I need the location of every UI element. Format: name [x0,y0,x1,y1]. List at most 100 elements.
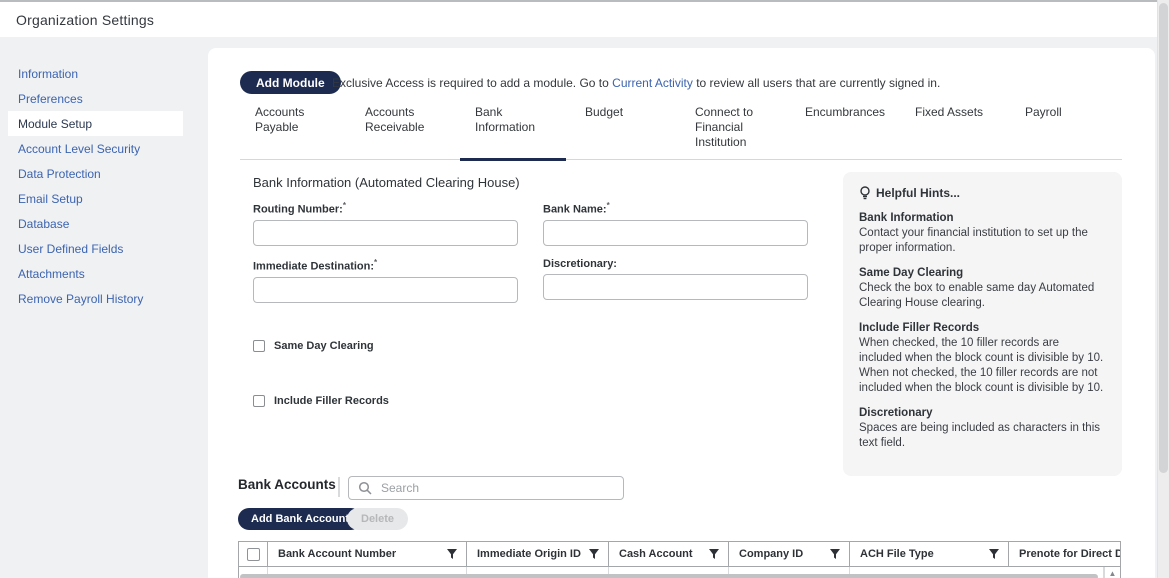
sidebar-item-information[interactable]: Information [8,61,183,86]
discretionary-input[interactable] [543,274,808,300]
tab-bank-information[interactable]: Bank Information [460,105,570,159]
notice-prefix: Exclusive Access is required to add a mo… [332,76,612,90]
same-day-clearing-label: Same Day Clearing [274,340,374,352]
discretionary-field: Discretionary: [543,258,808,300]
routing-number-input[interactable] [253,220,518,246]
column-label: Immediate Origin ID [477,548,588,560]
column-immediate-origin-id[interactable]: Immediate Origin ID [466,542,608,566]
column-ach-file-type[interactable]: ACH File Type [849,542,1008,566]
sidebar-item-user-defined-fields[interactable]: User Defined Fields [8,236,183,261]
sidebar-item-module-setup[interactable]: Module Setup [8,111,183,136]
scroll-up-arrow-icon[interactable]: ▲ [1105,569,1120,578]
bank-accounts-table: Bank Account Number Immediate Origin ID … [238,541,1121,578]
module-tabs: Accounts Payable Accounts Receivable Ban… [240,105,1122,160]
helpful-hints-title: Helpful Hints... [876,186,960,200]
sidebar-item-database[interactable]: Database [8,211,183,236]
immediate-destination-label: Immediate Destination:* [253,258,518,273]
module-setup-panel: Add Module Exclusive Access is required … [208,48,1155,578]
filter-icon[interactable] [588,548,600,560]
column-label: Prenote for Direct Depos [1019,548,1121,560]
checkbox-box[interactable] [253,395,265,407]
select-all-checkbox[interactable] [247,548,260,561]
bank-name-field: Bank Name:* [543,201,808,246]
column-label: Bank Account Number [278,548,446,560]
filter-icon[interactable] [708,548,720,560]
filter-icon[interactable] [446,548,458,560]
column-label: ACH File Type [860,548,988,560]
required-marker: * [374,258,377,267]
search-icon [358,481,372,495]
notice-suffix: to review all users that are currently s… [693,76,940,90]
sidebar-item-account-level-security[interactable]: Account Level Security [8,136,183,161]
hint-body: When checked, the 10 filler records are … [859,336,1104,396]
top-bar: Organization Settings [0,0,1157,37]
hint-heading: Discretionary [859,407,1104,419]
current-activity-link[interactable]: Current Activity [612,76,693,90]
exclusive-access-notice: Exclusive Access is required to add a mo… [332,76,940,90]
search-input[interactable] [348,476,624,500]
include-filler-records-checkbox[interactable]: Include Filler Records [253,395,389,407]
helpful-hints-header: Helpful Hints... [859,186,1104,200]
tab-budget[interactable]: Budget [570,105,680,159]
hint-include-filler-records: Include Filler Records When checked, the… [859,322,1104,396]
column-label: Company ID [739,548,829,560]
routing-number-label: Routing Number:* [253,201,518,216]
same-day-clearing-checkbox[interactable]: Same Day Clearing [253,340,374,352]
required-marker: * [607,201,610,210]
hint-heading: Include Filler Records [859,322,1104,334]
column-prenote-for-direct-deposits[interactable]: Prenote for Direct Depos [1008,542,1121,566]
hint-discretionary: Discretionary Spaces are being included … [859,407,1104,451]
filter-icon[interactable] [829,548,841,560]
hint-body: Contact your financial institution to se… [859,226,1104,256]
column-bank-account-number[interactable]: Bank Account Number [267,542,466,566]
routing-number-field: Routing Number:* [253,201,518,246]
hint-bank-information: Bank Information Contact your financial … [859,212,1104,256]
add-bank-account-button[interactable]: Add Bank Account [238,508,362,530]
include-filler-records-label: Include Filler Records [274,395,389,407]
select-all-cell [239,542,267,566]
page-title: Organization Settings [16,12,154,28]
section-heading-bank-information: Bank Information (Automated Clearing Hou… [253,175,520,190]
checkbox-box[interactable] [253,340,265,352]
tab-encumbrances[interactable]: Encumbrances [790,105,900,159]
page-vertical-scrollbar[interactable] [1157,0,1169,578]
sidebar-item-preferences[interactable]: Preferences [8,86,183,111]
tab-accounts-receivable[interactable]: Accounts Receivable [350,105,460,159]
hint-same-day-clearing: Same Day Clearing Check the box to enabl… [859,267,1104,311]
settings-sidebar: Information Preferences Module Setup Acc… [8,61,183,311]
column-label: Cash Account [619,548,708,560]
horizontal-scroll-thumb[interactable] [240,574,1098,578]
lightbulb-icon [859,186,871,200]
bank-accounts-heading: Bank Accounts [238,477,336,492]
immediate-destination-input[interactable] [253,277,518,303]
delete-button[interactable]: Delete [347,508,408,530]
sidebar-item-data-protection[interactable]: Data Protection [8,161,183,186]
sidebar-item-attachments[interactable]: Attachments [8,261,183,286]
sidebar-item-remove-payroll-history[interactable]: Remove Payroll History [8,286,183,311]
tab-connect-to-financial-institution[interactable]: Connect to Financial Institution [680,105,790,159]
hint-body: Check the box to enable same day Automat… [859,281,1104,311]
page-scroll-thumb[interactable] [1159,3,1168,473]
column-company-id[interactable]: Company ID [728,542,849,566]
bank-accounts-search [348,476,624,500]
bank-name-input[interactable] [543,220,808,246]
tab-accounts-payable[interactable]: Accounts Payable [240,105,350,159]
required-marker: * [343,201,346,210]
hint-body: Spaces are being included as characters … [859,421,1104,451]
add-module-button[interactable]: Add Module [240,71,341,94]
filter-icon[interactable] [988,548,1000,560]
tab-payroll[interactable]: Payroll [1010,105,1120,159]
bank-name-label: Bank Name:* [543,201,808,216]
immediate-destination-field: Immediate Destination:* [253,258,518,303]
tab-fixed-assets[interactable]: Fixed Assets [900,105,1010,159]
table-horizontal-scrollbar[interactable] [238,573,1104,578]
table-vertical-scrollbar[interactable]: ▲ [1104,567,1121,578]
heading-divider [338,477,340,497]
table-header-row: Bank Account Number Immediate Origin ID … [238,541,1121,567]
hint-heading: Same Day Clearing [859,267,1104,279]
column-cash-account[interactable]: Cash Account [608,542,728,566]
sidebar-item-email-setup[interactable]: Email Setup [8,186,183,211]
hint-heading: Bank Information [859,212,1104,224]
helpful-hints-panel: Helpful Hints... Bank Information Contac… [843,172,1122,476]
discretionary-label: Discretionary: [543,258,808,270]
